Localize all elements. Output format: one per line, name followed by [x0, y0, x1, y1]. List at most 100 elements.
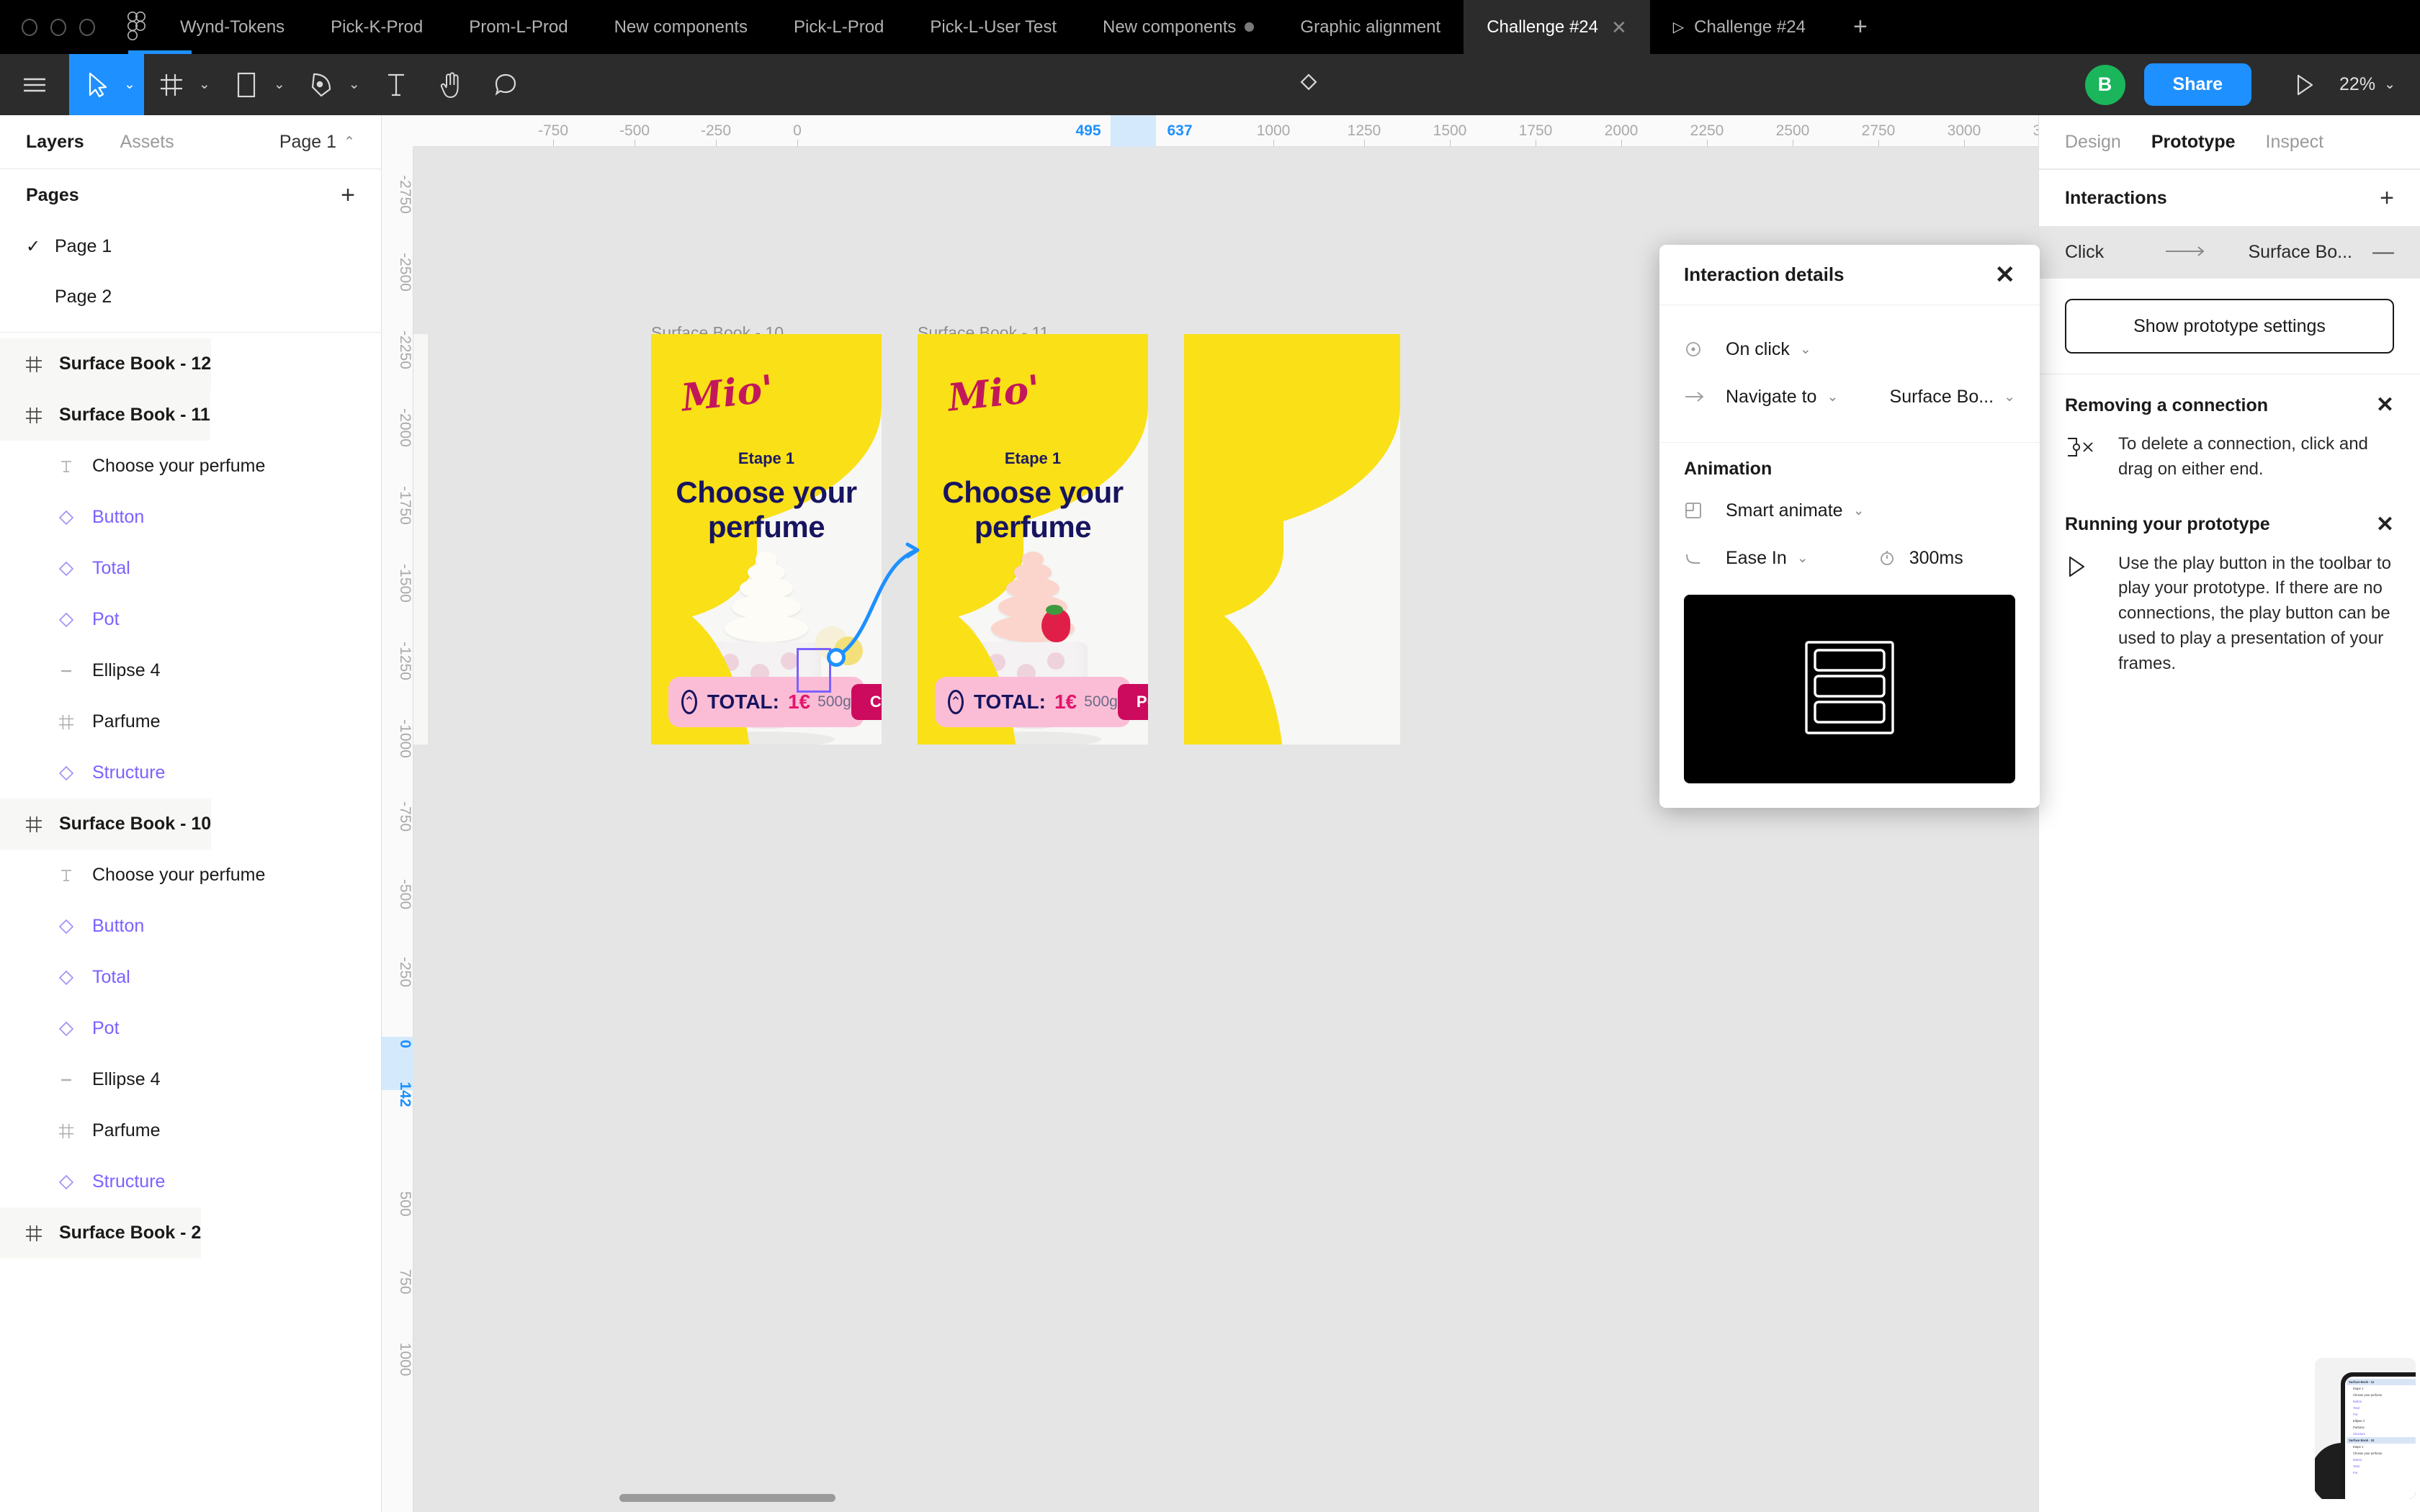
close-icon[interactable]: ✕	[2376, 513, 2394, 536]
add-page-button[interactable]: +	[341, 181, 355, 210]
canvas-frame-surface-book-10[interactable]: Mio' Etape 1 Choose your perfume ⌃ TOTAL…	[651, 334, 882, 744]
close-icon[interactable]: ✕	[2376, 395, 2394, 416]
tab-assets[interactable]: Assets	[120, 132, 174, 153]
page-item-page-1[interactable]: ✓ Page 1	[0, 221, 381, 271]
layer-row-pot-a[interactable]: Pot	[0, 594, 381, 645]
tab-inspect[interactable]: Inspect	[2266, 132, 2324, 153]
chevron-down-icon[interactable]: ⌄	[1827, 389, 1838, 405]
layer-row-surface-book-2[interactable]: Surface Book - 2	[0, 1207, 202, 1259]
frame-tool[interactable]: ⌄	[144, 54, 219, 115]
chevron-down-icon[interactable]: ⌄	[2384, 76, 2396, 93]
tab-wynd-tokens[interactable]: Wynd-Tokens	[157, 0, 308, 54]
animation-preview[interactable]	[1684, 595, 2015, 783]
remove-interaction-button[interactable]: —	[2372, 240, 2394, 264]
purchase-button[interactable]: Pursache	[1117, 684, 1148, 720]
window-controls[interactable]	[0, 0, 115, 54]
vertical-ruler[interactable]: -2750 -2500 -2250 -2000 -1750 -1500 -125…	[382, 115, 413, 1512]
horizontal-ruler[interactable]: -750 -500 -250 0 495 637 1000 1250 1500 …	[382, 115, 2038, 147]
zoom-control[interactable]: 22% ⌄	[2335, 74, 2396, 95]
window-minimize-icon[interactable]	[50, 18, 66, 36]
layer-row-choose-your-perfume-b[interactable]: Choose your perfume	[0, 850, 381, 901]
tab-label: New components	[614, 17, 748, 37]
tab-challenge-24-active[interactable]: Challenge #24 ✕	[1464, 0, 1650, 54]
chevron-down-icon[interactable]: ⌄	[1853, 503, 1865, 519]
shape-tool[interactable]: ⌄	[219, 54, 294, 115]
duration-control[interactable]: 300ms	[1878, 548, 1963, 569]
share-button[interactable]: Share	[2143, 63, 2252, 106]
tab-pick-k-prod[interactable]: Pick-K-Prod	[308, 0, 446, 54]
action-row[interactable]: Navigate to ⌄ Surface Bo... ⌄	[1684, 373, 2015, 420]
page-item-page-2[interactable]: Page 2	[0, 271, 381, 322]
window-maximize-icon[interactable]	[79, 18, 95, 36]
interaction-details-popover: Interaction details ✕ On click ⌄ Navigat…	[1659, 245, 2040, 808]
chevron-down-icon[interactable]: ⌄	[274, 76, 294, 93]
figma-logo-icon[interactable]	[115, 0, 157, 54]
tab-new-components-1[interactable]: New components	[591, 0, 771, 54]
pen-tool[interactable]: ⌄	[294, 54, 369, 115]
tab-new-components-2[interactable]: New components	[1080, 0, 1277, 54]
easing-row[interactable]: Ease In ⌄ 300ms	[1684, 534, 2015, 582]
layer-row-pot-b[interactable]: Pot	[0, 1003, 381, 1054]
tab-graphic-alignment[interactable]: Graphic alignment	[1277, 0, 1464, 54]
chevron-down-icon[interactable]: ⌄	[1797, 550, 1809, 567]
layer-row-structure-a[interactable]: Structure	[0, 747, 381, 798]
floating-preview-card[interactable]: Surface Book - 11 Etape 1 Choose your pe…	[2315, 1358, 2416, 1499]
new-tab-button[interactable]: +	[1829, 0, 1892, 54]
chevron-down-icon[interactable]: ⌄	[124, 76, 144, 93]
chevron-down-icon[interactable]: ⌄	[1800, 341, 1811, 358]
move-tool[interactable]: ⌄	[69, 54, 144, 115]
page-selector[interactable]: Page 1 ⌃	[279, 132, 355, 153]
layer-row-surface-book-11[interactable]: Surface Book - 11	[0, 390, 210, 441]
selection-box[interactable]	[797, 648, 831, 693]
tab-prom-l-prod[interactable]: Prom-L-Prod	[446, 0, 591, 54]
layer-row-total-b[interactable]: Total	[0, 952, 381, 1003]
layer-row-parfume-10[interactable]: Parfume	[0, 1105, 381, 1156]
total-price: 1€	[1054, 690, 1077, 713]
connection-endpoint-handle[interactable]	[827, 648, 846, 667]
present-button[interactable]	[2273, 72, 2335, 98]
chevron-up-icon: ⌃	[344, 134, 355, 150]
canvas-frame-surface-book-11[interactable]: Mio' Etape 1 Choose your perfume ⌃ TOTAL…	[918, 334, 1148, 744]
add-interaction-button[interactable]: +	[2380, 184, 2394, 212]
tab-challenge-24-preview[interactable]: ▷ Challenge #24	[1650, 0, 1829, 54]
menu-button[interactable]	[0, 54, 69, 115]
layer-row-choose-your-perfume-a[interactable]: Choose your perfume	[0, 441, 381, 492]
close-icon[interactable]: ✕	[1611, 18, 1627, 37]
layer-row-parfume-11[interactable]: Parfume	[0, 696, 381, 747]
layer-row-surface-book-10[interactable]: Surface Book - 10	[0, 798, 212, 850]
window-close-icon[interactable]	[22, 18, 37, 36]
tab-layers[interactable]: Layers	[26, 132, 84, 153]
comment-tool[interactable]	[478, 54, 533, 115]
layer-row-structure-b[interactable]: Structure	[0, 1156, 381, 1207]
tab-design[interactable]: Design	[2065, 132, 2121, 153]
horizontal-scrollbar[interactable]	[619, 1494, 835, 1502]
layer-row-button-a[interactable]: Button	[0, 492, 381, 543]
show-prototype-settings-button[interactable]: Show prototype settings	[2065, 299, 2394, 354]
interaction-row[interactable]: Click Surface Bo... —	[2039, 226, 2420, 278]
trigger-row[interactable]: On click ⌄	[1684, 325, 2015, 373]
expand-up-icon[interactable]: ⌃	[681, 690, 697, 714]
layer-row-total-a[interactable]: Total	[0, 543, 381, 594]
expand-up-icon[interactable]: ⌃	[948, 690, 964, 714]
tab-pick-l-user-test[interactable]: Pick-L-User Test	[907, 0, 1080, 54]
text-tool[interactable]	[369, 54, 424, 115]
chevron-down-icon[interactable]: ⌄	[349, 76, 369, 93]
tab-pick-l-prod[interactable]: Pick-L-Prod	[771, 0, 907, 54]
hand-tool[interactable]	[424, 54, 478, 115]
layer-row-surface-book-12[interactable]: Surface Book - 12	[0, 338, 212, 390]
avatar[interactable]: B	[2084, 64, 2125, 105]
tab-prototype[interactable]: Prototype	[2151, 132, 2236, 153]
chevron-down-icon[interactable]: ⌄	[2004, 389, 2015, 405]
canvas-frame-partial-right[interactable]	[1184, 334, 1400, 744]
chevron-down-icon[interactable]: ⌄	[199, 76, 219, 93]
layer-row-button-b[interactable]: Button	[0, 901, 381, 952]
components-icon[interactable]	[1281, 54, 1336, 115]
close-icon[interactable]: ✕	[1995, 263, 2016, 287]
continue-button[interactable]: Continue	[851, 684, 882, 720]
animation-type-row[interactable]: Smart animate ⌄	[1684, 487, 2015, 534]
layer-row-ellipse-4-b[interactable]: Ellipse 4	[0, 1054, 381, 1105]
layer-row-ellipse-4-a[interactable]: Ellipse 4	[0, 645, 381, 696]
duration-value: 300ms	[1909, 547, 1963, 568]
action-target[interactable]: Surface Bo... ⌄	[1890, 387, 2015, 408]
mini-list-item: Etape 1	[2353, 1387, 2364, 1390]
